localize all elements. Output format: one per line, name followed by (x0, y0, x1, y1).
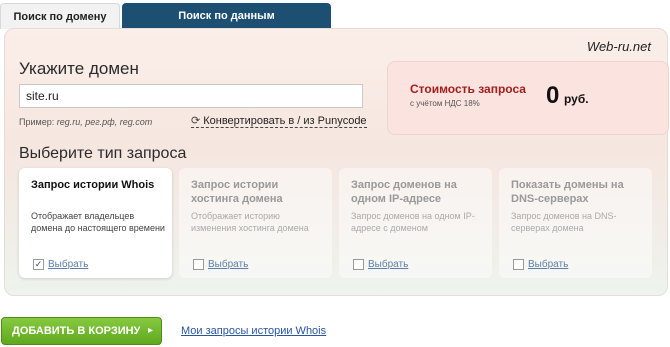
checkbox-icon[interactable] (513, 259, 524, 270)
tab-domain-search[interactable]: Поиск по домену (0, 3, 120, 29)
choose-label: Выбрать (528, 259, 569, 270)
site-watermark: Web-ru.net (586, 39, 651, 54)
punycode-convert-link[interactable]: ⟳ Конвертировать в / из Punycode (191, 114, 367, 128)
request-card-same-ip[interactable]: Запрос доменов на одном IP-адресе Запрос… (339, 168, 492, 278)
choose-label: Выбрать (208, 259, 249, 270)
request-card-hosting-history[interactable]: Запрос истории хостинга домена Отображае… (179, 168, 332, 278)
add-to-cart-label: ДОБАВИТЬ В КОРЗИНУ (12, 325, 141, 337)
card-title: Запрос доменов на одном IP-адресе (351, 179, 457, 205)
convert-link-text: Конвертировать в / из Punycode (203, 115, 367, 127)
tab-bar: Поиск по домену Поиск по данным Админист… (0, 3, 331, 48)
card-title: Показать домены на DNS-серверах (511, 179, 624, 205)
choose-option[interactable]: ✓ Выбрать (33, 259, 88, 270)
price-subtitle: с учётом НДС 18% (410, 99, 480, 108)
request-card-whois-history[interactable]: Запрос истории Whois Отображает владельц… (19, 168, 172, 278)
choose-label: Выбрать (48, 259, 89, 270)
card-title: Запрос истории хостинга домена (191, 179, 283, 205)
price-title: Стоимость запроса (410, 82, 526, 96)
request-card-dns-servers[interactable]: Показать домены на DNS-серверах Запрос д… (499, 168, 652, 278)
choose-label: Выбрать (368, 259, 409, 270)
choose-option[interactable]: Выбрать (353, 259, 408, 270)
search-panel: Web-ru.net Укажите домен Пример: reg.ru,… (4, 28, 669, 296)
domain-label: Укажите домен (19, 59, 139, 78)
card-description: Запрос доменов на DNS-серверах домена (511, 211, 617, 233)
tab-admin-search[interactable]: Поиск по данным Администратора (122, 3, 331, 48)
card-description: Запрос доменов на одном IP-адресе с доме… (351, 211, 475, 233)
check-icon[interactable]: ✓ (33, 259, 44, 270)
chevron-right-icon: ▸ (147, 325, 153, 336)
example-values: reg.ru, рег.рф, reg.com (56, 117, 153, 127)
choose-option[interactable]: Выбрать (193, 259, 248, 270)
card-description: Отображает историю изменения хостинга до… (191, 211, 309, 233)
my-whois-requests-link[interactable]: Мои запросы истории Whois (181, 325, 326, 337)
price-value: 0 (546, 82, 560, 109)
refresh-icon: ⟳ (191, 115, 201, 127)
card-title: Запрос истории Whois (31, 179, 155, 191)
domain-input[interactable] (19, 84, 363, 108)
example-prefix: Пример: (19, 117, 55, 127)
add-to-cart-button[interactable]: ДОБАВИТЬ В КОРЗИНУ ▸ (1, 317, 162, 345)
card-description: Отображает владельцев домена до настояще… (31, 211, 165, 233)
price-currency: руб. (564, 92, 589, 106)
domain-example: Пример: reg.ru, рег.рф, reg.com (19, 117, 152, 127)
checkbox-icon[interactable] (353, 259, 364, 270)
choose-option[interactable]: Выбрать (513, 259, 568, 270)
request-type-label: Выберите тип запроса (19, 145, 187, 162)
price-box: Стоимость запроса с учётом НДС 18% 0 руб… (387, 61, 669, 135)
checkbox-icon[interactable] (193, 259, 204, 270)
